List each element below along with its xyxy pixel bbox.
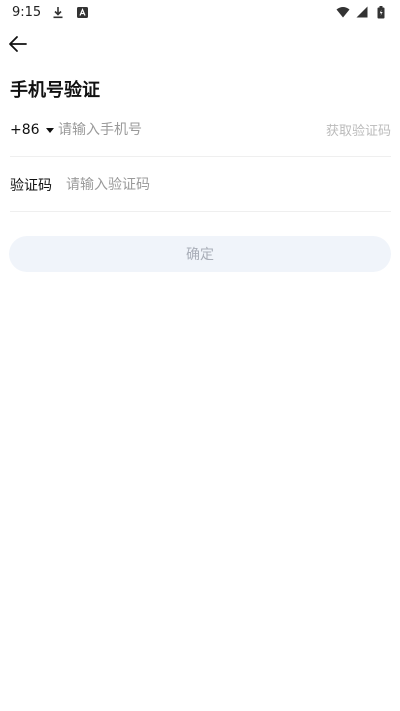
code-label: 验证码 [10, 177, 52, 194]
get-code-button[interactable]: 获取验证码 [326, 120, 391, 139]
country-code-selector[interactable]: +86 [10, 122, 58, 138]
caret-down-icon [45, 127, 54, 133]
page-title: 手机号验证 [10, 80, 100, 101]
wifi-icon [336, 5, 350, 19]
signal-icon [355, 5, 369, 19]
app-notification-icon [75, 5, 89, 19]
country-code-label: +86 [10, 121, 40, 138]
status-left: 9:15 [12, 5, 89, 20]
back-button[interactable] [6, 34, 30, 58]
code-input[interactable] [66, 176, 391, 193]
status-time: 9:15 [12, 4, 42, 20]
status-right [336, 5, 388, 19]
arrow-left-icon [8, 35, 28, 57]
download-icon [51, 5, 65, 19]
status-bar: 9:15 [0, 0, 400, 24]
phone-input[interactable] [58, 121, 326, 138]
battery-icon [374, 5, 388, 19]
confirm-button[interactable]: 确定 [9, 236, 391, 272]
code-row: 验证码 [10, 158, 391, 212]
phone-row: +86 获取验证码 [10, 103, 391, 157]
